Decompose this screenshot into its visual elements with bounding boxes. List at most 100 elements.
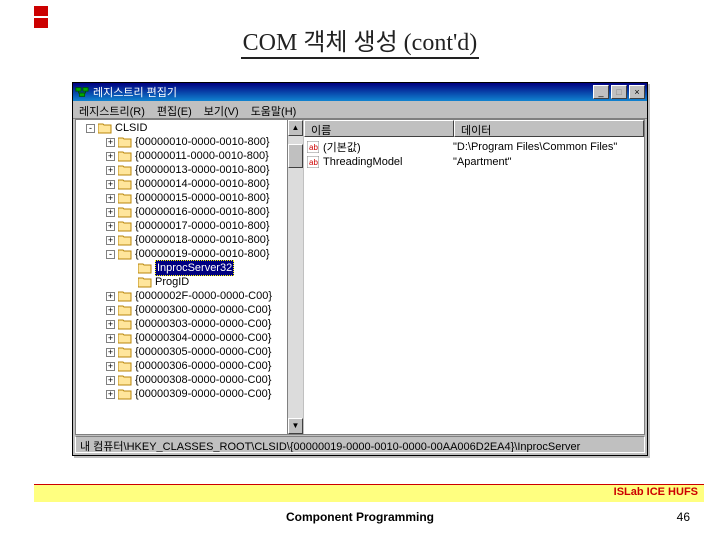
page-number: 46 — [677, 510, 690, 524]
expand-toggle[interactable]: + — [106, 236, 115, 245]
expand-toggle[interactable]: + — [106, 152, 115, 161]
col-name[interactable]: 이름 — [304, 120, 454, 137]
tree-item[interactable]: +{00000308-0000-0000-C00} — [78, 373, 303, 387]
slide-title: COM 객체 생성 (cont'd) — [0, 22, 720, 57]
expand-toggle[interactable]: + — [106, 306, 115, 315]
window-title: 레지스트리 편집기 — [93, 84, 177, 100]
expand-toggle[interactable]: + — [106, 138, 115, 147]
expand-toggle[interactable]: + — [106, 362, 115, 371]
tree-label: {00000015-0000-0010-800} — [135, 191, 270, 205]
tree-item[interactable]: + {00000018-0000-0010-800} — [78, 233, 303, 247]
col-data[interactable]: 데이터 — [454, 120, 644, 137]
value-data: "D:\Program Files\Common Files" — [453, 141, 617, 153]
tree-label: {00000304-0000-0000-C00} — [135, 331, 271, 345]
tree-item[interactable]: + {00000014-0000-0010-800} — [78, 177, 303, 191]
string-value-icon: ab — [306, 156, 320, 168]
tree-label: {00000018-0000-0010-800} — [135, 233, 270, 247]
tree-label: {00000016-0000-0010-800} — [135, 205, 270, 219]
folder-icon — [118, 248, 132, 260]
menu-registry[interactable]: 레지스트리(R) — [79, 103, 145, 118]
minimize-button[interactable]: _ — [593, 85, 609, 99]
expand-toggle[interactable]: + — [106, 222, 115, 231]
folder-icon — [118, 290, 132, 302]
folder-icon — [118, 206, 132, 218]
folder-open-icon — [98, 122, 112, 134]
list-header: 이름 데이터 — [304, 120, 644, 137]
tree-pane[interactable]: - CLSID +{00000010-0000-0010-800}+{00000… — [76, 120, 304, 434]
tree-item[interactable]: + {00000015-0000-0010-800} — [78, 191, 303, 205]
expand-toggle[interactable]: + — [106, 334, 115, 343]
scroll-down-button[interactable]: ▼ — [288, 418, 303, 434]
tree-label: {00000017-0000-0010-800} — [135, 219, 270, 233]
tree-item[interactable]: + {00000016-0000-0010-800} — [78, 205, 303, 219]
tree-label: {00000013-0000-0010-800} — [135, 163, 270, 177]
svg-text:ab: ab — [309, 143, 318, 152]
regedit-icon — [75, 85, 89, 99]
expand-toggle[interactable]: + — [106, 180, 115, 189]
folder-icon — [118, 332, 132, 344]
tree-label: {00000011-0000-0010-800} — [135, 149, 269, 163]
values-pane[interactable]: 이름 데이터 ab(기본값)"D:\Program Files\Common F… — [304, 120, 644, 434]
tree-label: {00000014-0000-0010-800} — [135, 177, 270, 191]
footer-course: Component Programming — [0, 510, 720, 524]
expand-toggle[interactable]: + — [106, 320, 115, 329]
folder-icon — [138, 276, 152, 288]
tree-item[interactable]: +{00000306-0000-0000-C00} — [78, 359, 303, 373]
expand-toggle[interactable]: + — [106, 166, 115, 175]
menu-view[interactable]: 보기(V) — [204, 103, 239, 118]
folder-icon — [118, 234, 132, 246]
tree-label: {00000019-0000-0010-800} — [135, 247, 270, 261]
list-row[interactable]: ab(기본값)"D:\Program Files\Common Files" — [306, 139, 642, 154]
folder-icon — [118, 374, 132, 386]
expand-toggle[interactable]: + — [106, 194, 115, 203]
tree-item[interactable]: + {00000300-0000-0000-C00} — [78, 303, 303, 317]
expand-toggle[interactable]: - — [86, 124, 95, 133]
expand-toggle[interactable]: + — [106, 390, 115, 399]
folder-icon — [118, 136, 132, 148]
folder-icon — [118, 318, 132, 330]
expand-toggle[interactable]: + — [106, 292, 115, 301]
value-data: "Apartment" — [453, 156, 512, 168]
menu-edit[interactable]: 편집(E) — [157, 103, 192, 118]
titlebar[interactable]: 레지스트리 편집기 _ □ × — [73, 83, 647, 101]
folder-icon — [118, 150, 132, 162]
folder-icon — [138, 262, 152, 274]
expand-toggle[interactable]: + — [106, 348, 115, 357]
folder-icon — [118, 220, 132, 232]
folder-icon — [118, 192, 132, 204]
expand-toggle[interactable]: - — [106, 250, 115, 259]
tree-item[interactable]: - {00000019-0000-0010-800} — [78, 247, 303, 261]
tree-item[interactable]: + {00000309-0000-0000-C00} — [78, 387, 303, 401]
tree-root[interactable]: CLSID — [115, 121, 147, 135]
close-button[interactable]: × — [629, 85, 645, 99]
svg-text:ab: ab — [309, 158, 318, 167]
tree-label: {00000300-0000-0000-C00} — [135, 303, 271, 317]
list-body: ab(기본값)"D:\Program Files\Common Files"ab… — [304, 137, 644, 434]
scroll-up-button[interactable]: ▲ — [288, 120, 303, 136]
tree-selected[interactable]: InprocServer32 — [155, 260, 234, 276]
tree-item[interactable]: + {00000304-0000-0000-C00} — [78, 331, 303, 345]
expand-toggle[interactable]: + — [106, 376, 115, 385]
value-name: ThreadingModel — [323, 156, 453, 168]
list-row[interactable]: ab ThreadingModel"Apartment" — [306, 154, 642, 169]
tree-item[interactable]: + {00000017-0000-0010-800} — [78, 219, 303, 233]
tree-item[interactable]: + {00000011-0000-0010-800} — [78, 149, 303, 163]
tree-item[interactable]: +{00000303-0000-0000-C00} — [78, 317, 303, 331]
folder-icon — [118, 388, 132, 400]
tree-item[interactable]: +{0000002F-0000-0000-C00} — [78, 289, 303, 303]
tree-item[interactable]: + {00000305-0000-0000-C00} — [78, 345, 303, 359]
status-path: 내 컴퓨터\HKEY_CLASSES_ROOT\CLSID\{00000019-… — [80, 441, 580, 453]
scroll-thumb[interactable] — [288, 144, 303, 168]
tree-body: - CLSID +{00000010-0000-0010-800}+{00000… — [76, 120, 303, 402]
menu-help[interactable]: 도움말(H) — [251, 103, 297, 118]
maximize-button[interactable]: □ — [611, 85, 627, 99]
expand-toggle[interactable]: + — [106, 208, 115, 217]
tree-label: {00000305-0000-0000-C00} — [135, 345, 271, 359]
tree-progid[interactable]: ProgID — [155, 275, 189, 289]
tree-label: {00000309-0000-0000-C00} — [135, 387, 271, 401]
client-area: - CLSID +{00000010-0000-0010-800}+{00000… — [75, 119, 645, 435]
folder-icon — [118, 164, 132, 176]
tree-item[interactable]: +{00000010-0000-0010-800} — [78, 135, 303, 149]
tree-item[interactable]: + {00000013-0000-0010-800} — [78, 163, 303, 177]
tree-scrollbar[interactable]: ▲ ▼ — [287, 120, 303, 434]
